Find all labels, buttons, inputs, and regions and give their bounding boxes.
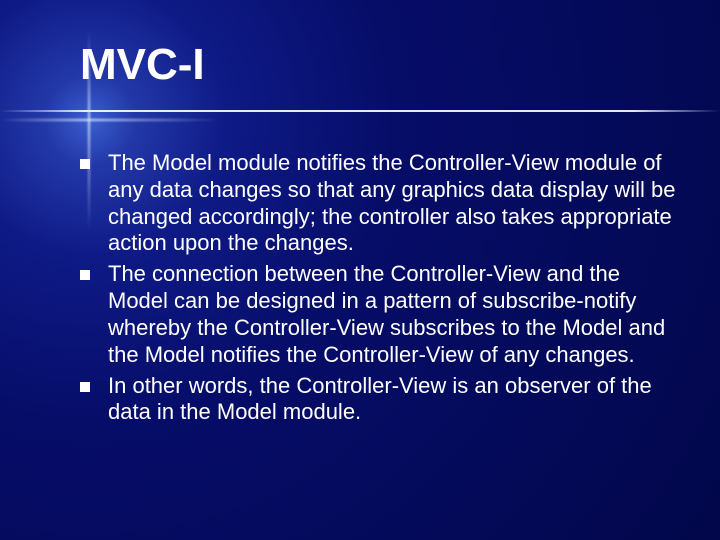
bullet-text: The connection between the Controller-Vi… [108,261,680,368]
bullet-text: In other words, the Controller-View is a… [108,373,680,427]
slide-body: The Model module notifies the Controller… [80,150,680,430]
square-bullet-icon [80,159,90,169]
slide-title: MVC-I [80,40,205,90]
square-bullet-icon [80,382,90,392]
bullet-item: The Model module notifies the Controller… [80,150,680,257]
lens-flare-horizontal [0,119,220,121]
square-bullet-icon [80,270,90,280]
title-underline [0,110,720,112]
bullet-item: The connection between the Controller-Vi… [80,261,680,368]
slide: MVC-I The Model module notifies the Cont… [0,0,720,540]
bullet-text: The Model module notifies the Controller… [108,150,680,257]
bullet-item: In other words, the Controller-View is a… [80,373,680,427]
